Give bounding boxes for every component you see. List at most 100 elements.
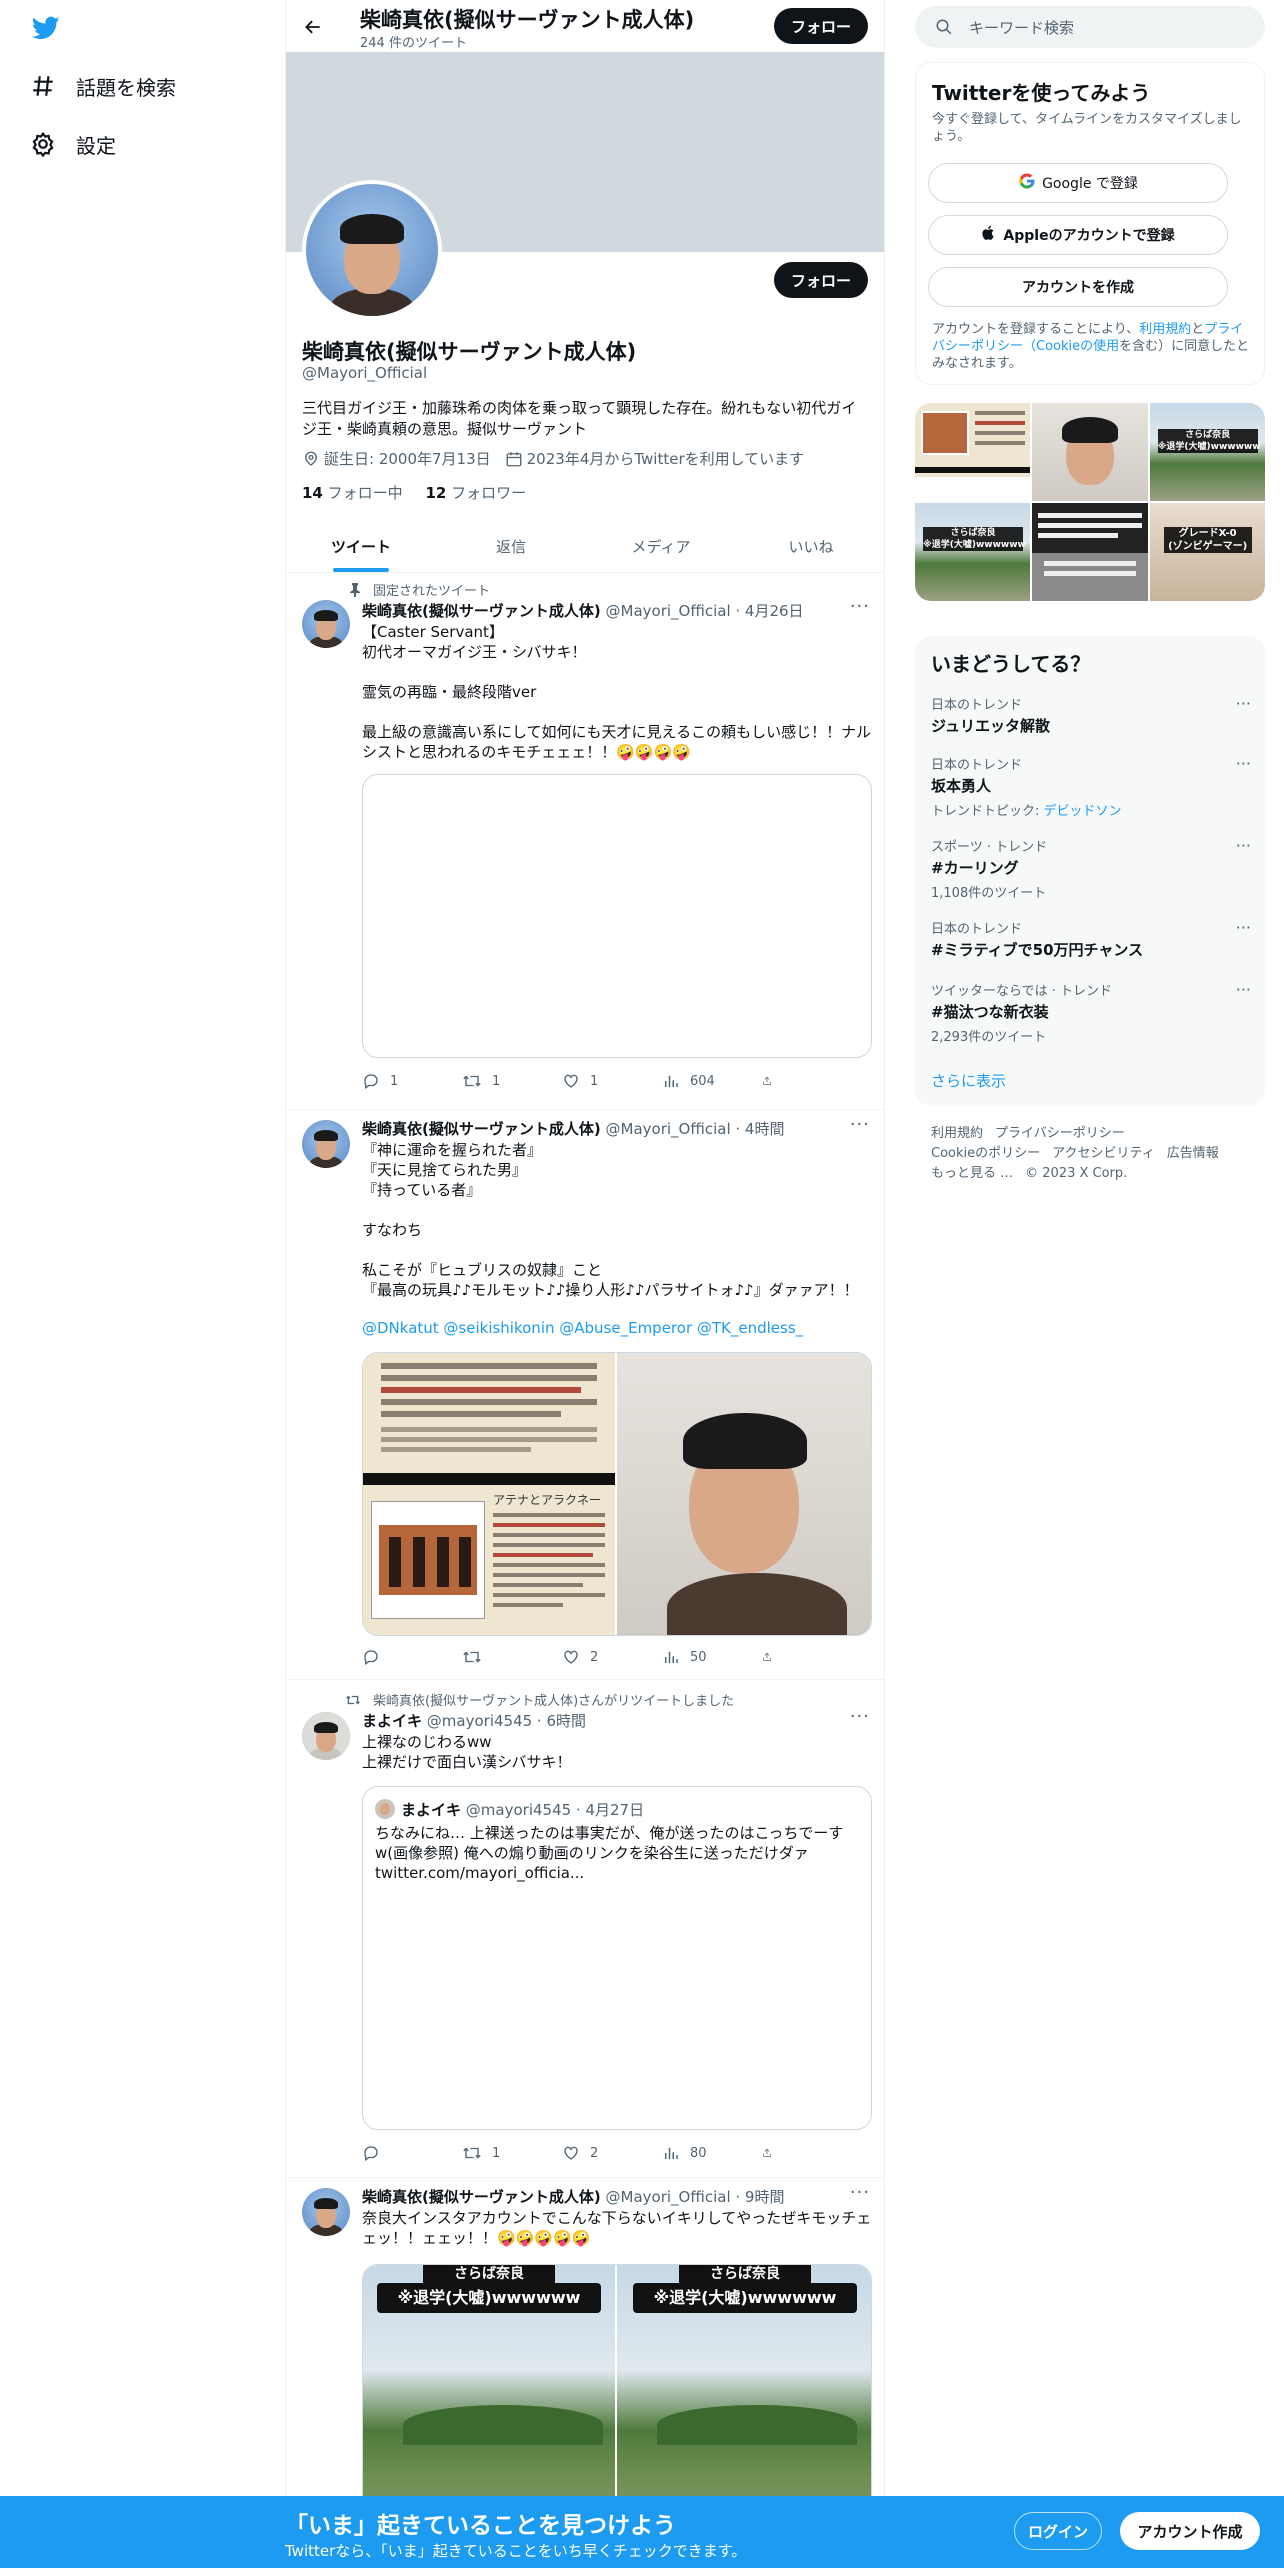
footer-link[interactable]: プライバシーポリシー xyxy=(995,1126,1125,1141)
tweet-avatar[interactable] xyxy=(302,600,350,648)
pinned-label: 固定されたツイート xyxy=(373,584,491,599)
tab-tweets[interactable]: ツイート xyxy=(286,520,436,572)
retweet-button[interactable]: 1 xyxy=(462,2144,562,2162)
tweet-media[interactable] xyxy=(362,774,872,1058)
tweet[interactable]: 柴崎真依(擬似サーヴァント成人体)さんがリツイートしました まよイキ @mayo… xyxy=(286,1680,884,2178)
share-button[interactable] xyxy=(762,1072,782,1090)
trend-topic-link[interactable]: デビッドソン xyxy=(1044,804,1122,819)
twitter-logo-icon[interactable] xyxy=(30,14,62,42)
tab-media[interactable]: メディア xyxy=(586,520,736,572)
more-icon[interactable]: ··· xyxy=(1236,754,1251,773)
tweet-avatar[interactable] xyxy=(302,1120,350,1168)
show-more-link[interactable]: さらに表示 xyxy=(931,1070,1006,1091)
following-link[interactable]: 14 フォロー中 xyxy=(302,484,403,502)
tweet-mentions[interactable]: @DNkatut @seikishikonin @Abuse_Emperor @… xyxy=(362,1318,872,1338)
like-button[interactable]: 2 xyxy=(562,2144,662,2162)
views-button[interactable]: 80 xyxy=(662,2144,762,2162)
tweet-avatar[interactable] xyxy=(302,1712,350,1760)
quote-avatar xyxy=(375,1799,395,1819)
more-icon[interactable]: ··· xyxy=(1236,980,1251,999)
like-button[interactable]: 2 xyxy=(562,1648,662,1666)
reply-button[interactable]: 1 xyxy=(362,1072,462,1090)
back-arrow-icon[interactable] xyxy=(296,10,330,44)
photo-thumb[interactable]: さらば奈良 ※退学(大嘘)wwwwww xyxy=(1149,403,1265,501)
media-selfie[interactable] xyxy=(617,1353,871,1635)
more-icon[interactable]: ··· xyxy=(1236,836,1251,855)
tweet-author-name[interactable]: まよイキ xyxy=(362,1712,422,1730)
signup-button[interactable]: アカウント作成 xyxy=(1120,2512,1260,2550)
reply-button[interactable] xyxy=(362,1648,462,1666)
tweet-media-grid[interactable]: アテナとアラクネー xyxy=(362,1352,872,1636)
tweet-avatar[interactable] xyxy=(302,2188,350,2236)
photo-thumb[interactable] xyxy=(915,403,1031,501)
reply-button[interactable] xyxy=(362,2144,462,2162)
trend-item[interactable]: スポーツ · トレンド #カーリング 1,108件のツイート ··· xyxy=(931,836,1251,901)
media-caption-main: ※退学(大嘘)wwwwww xyxy=(633,2283,857,2313)
main-column: 柴崎真依(擬似サーヴァント成人体) 244 件のツイート フォロー フォロー 柴… xyxy=(285,0,885,2568)
more-icon[interactable]: ··· xyxy=(850,1706,870,1727)
retweet-icon xyxy=(463,2147,481,2159)
tweet[interactable]: 柴崎真依(擬似サーヴァント成人体) @Mayori_Official · 4時間… xyxy=(286,1110,884,1680)
topbar-follow-button[interactable]: フォロー xyxy=(774,8,868,44)
retweet-button[interactable] xyxy=(462,1648,562,1666)
analytics-icon xyxy=(665,1651,678,1663)
signup-card: Twitterを使ってみよう 今すぐ登録して、タイムラインをカスタマイズしましょ… xyxy=(915,62,1265,385)
terms-link[interactable]: 利用規約 xyxy=(1139,322,1191,337)
followers-link[interactable]: 12 フォロワー xyxy=(425,484,526,502)
quote-header: まよイキ @mayori4545 · 4月27日 xyxy=(401,1801,645,1819)
tweet[interactable]: 固定されたツイート 柴崎真依(擬似サーヴァント成人体) @Mayori_Offi… xyxy=(286,574,884,1110)
tweet-author-name[interactable]: 柴崎真依(擬似サーヴァント成人体) xyxy=(362,2188,601,2206)
photo-thumb[interactable] xyxy=(1032,503,1148,601)
search-box[interactable]: キーワード検索 xyxy=(915,6,1265,48)
nav-settings[interactable]: 設定 xyxy=(28,124,116,164)
more-icon[interactable]: ··· xyxy=(850,596,870,617)
tweet-author-name[interactable]: 柴崎真依(擬似サーヴァント成人体) xyxy=(362,602,601,620)
search-input[interactable]: キーワード検索 xyxy=(969,17,1074,38)
profile-tabs: ツイート 返信 メディア いいね xyxy=(286,520,884,573)
footer-link[interactable]: 広告情報 xyxy=(1167,1146,1219,1161)
tweet-meta: @mayori4545 · 6時間 xyxy=(426,1712,587,1730)
trend-item[interactable]: 日本のトレンド ジュリエッタ解散 ··· xyxy=(931,694,1251,736)
analytics-icon xyxy=(665,1075,678,1087)
retweet-button[interactable]: 1 xyxy=(462,1072,562,1090)
nav-explore[interactable]: 話題を検索 xyxy=(28,66,176,106)
profile-joined: 2023年4月からTwitterを利用しています xyxy=(505,448,804,469)
google-signup-button[interactable]: Google で登録 xyxy=(928,163,1228,203)
tab-replies[interactable]: 返信 xyxy=(436,520,586,572)
more-icon[interactable]: ··· xyxy=(850,1114,870,1135)
photo-thumb[interactable]: さらば奈良 ※退学(大嘘)wwwwww xyxy=(915,503,1031,601)
google-icon xyxy=(1018,172,1036,194)
profile-avatar[interactable] xyxy=(302,180,442,320)
profile-follow-button[interactable]: フォロー xyxy=(774,262,868,298)
trend-item[interactable]: 日本のトレンド #ミラティブで50万円チャンス ··· xyxy=(931,918,1251,960)
views-button[interactable]: 50 xyxy=(662,1648,762,1666)
footer-link[interactable]: もっと見る … xyxy=(931,1166,1013,1181)
trend-item[interactable]: 日本のトレンド 坂本勇人 トレンドトピック: デビッドソン ··· xyxy=(931,754,1251,819)
more-icon[interactable]: ··· xyxy=(1236,918,1251,937)
tweet-author-name[interactable]: 柴崎真依(擬似サーヴァント成人体) xyxy=(362,1120,601,1138)
more-icon[interactable]: ··· xyxy=(1236,694,1251,713)
footer-link[interactable]: アクセシビリティ xyxy=(1052,1146,1155,1161)
create-account-button[interactable]: アカウントを作成 xyxy=(928,267,1228,307)
quote-tweet[interactable]: まよイキ @mayori4545 · 4月27日 ちなみにね… 上裸送ったのは事… xyxy=(362,1786,872,2130)
pinned-context: 固定されたツイート xyxy=(331,580,490,599)
media-caption-top: さらば奈良 xyxy=(423,2265,555,2283)
photo-thumb[interactable]: グレードX-0 (ゾンビゲーマー) xyxy=(1149,503,1265,601)
retweet-context-label[interactable]: 柴崎真依(擬似サーヴァント成人体)さんがリツイートしました xyxy=(373,1690,734,1709)
profile-birthday: 誕生日: 2000年7月13日 xyxy=(302,448,491,469)
apple-signup-button[interactable]: Appleのアカウントで登録 xyxy=(928,215,1228,255)
like-button[interactable]: 1 xyxy=(562,1072,662,1090)
media-document-bottom[interactable]: アテナとアラクネー xyxy=(363,1485,615,1635)
trend-item[interactable]: ツイッターならでは · トレンド #猫汰つな新衣装 2,293件のツイート ··… xyxy=(931,980,1251,1045)
share-button[interactable] xyxy=(762,2144,782,2162)
tab-likes[interactable]: いいね xyxy=(736,520,884,572)
share-button[interactable] xyxy=(762,1648,782,1666)
heart-icon xyxy=(564,1650,578,1664)
footer-link[interactable]: Cookieのポリシー xyxy=(931,1146,1040,1161)
more-icon[interactable]: ··· xyxy=(850,2182,870,2203)
footer-link[interactable]: 利用規約 xyxy=(931,1126,983,1141)
photo-thumb[interactable] xyxy=(1032,403,1148,501)
media-document-top[interactable] xyxy=(363,1353,615,1473)
views-button[interactable]: 604 xyxy=(662,1072,762,1090)
login-button[interactable]: ログイン xyxy=(1014,2512,1102,2550)
